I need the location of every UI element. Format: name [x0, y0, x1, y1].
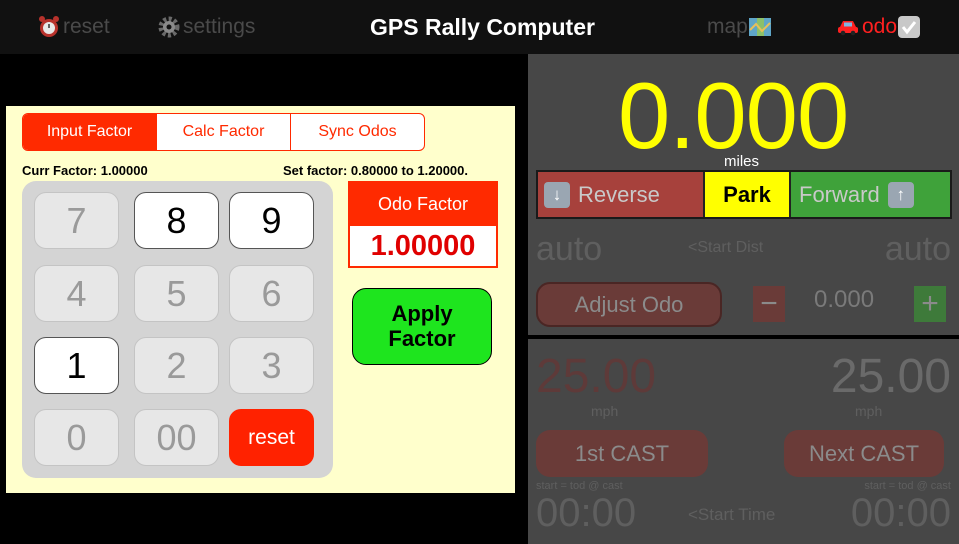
decrement-button[interactable]: − — [753, 286, 785, 322]
odo-toolbar-toggle[interactable]: odo — [836, 10, 923, 44]
key-5[interactable]: 5 — [134, 265, 219, 322]
top-toolbar: reset settings GPS Rally Computer map od… — [0, 0, 959, 54]
page-title: GPS Rally Computer — [370, 13, 595, 40]
settings-toolbar-label: settings — [183, 15, 256, 38]
apply-factor-label-line1: Apply — [391, 301, 453, 326]
forward-button[interactable]: Forward ↑ — [791, 172, 950, 217]
map-toolbar-label: map — [707, 15, 748, 38]
map-toolbar-button[interactable]: map — [707, 10, 774, 44]
gear-icon — [157, 15, 181, 39]
speed-units-left: mph — [591, 403, 619, 419]
key-7[interactable]: 7 — [34, 192, 119, 249]
key-3[interactable]: 3 — [229, 337, 314, 394]
checkbox-checked-icon — [897, 15, 921, 39]
factor-panel: Input Factor Calc Factor Sync Odos Curr … — [6, 106, 515, 493]
reset-toolbar-button[interactable]: reset — [37, 10, 110, 44]
reverse-label: Reverse — [578, 181, 660, 207]
auto-left-value[interactable]: auto — [536, 230, 602, 269]
settings-toolbar-button[interactable]: settings — [157, 10, 255, 44]
start-time-label: <Start Time — [688, 505, 776, 524]
keypad-reset-button[interactable]: reset — [229, 409, 314, 466]
next-cast-button[interactable]: Next CAST — [784, 430, 944, 477]
current-factor-text: Curr Factor: 1.00000 — [22, 163, 148, 178]
increment-button[interactable]: + — [914, 286, 946, 322]
auto-right-value[interactable]: auto — [885, 230, 951, 269]
numeric-keypad: 7 8 9 4 5 6 1 2 3 0 00 reset — [22, 181, 333, 478]
factor-range-text: Set factor: 0.80000 to 1.20000. — [283, 163, 468, 178]
reset-toolbar-label: reset — [63, 15, 110, 38]
odometer-panel: 0.000 miles ↓ Reverse Park Forward ↑ aut… — [528, 54, 959, 335]
map-icon — [748, 15, 772, 39]
tab-calc-factor[interactable]: Calc Factor — [157, 114, 291, 150]
key-4[interactable]: 4 — [34, 265, 119, 322]
reverse-button[interactable]: ↓ Reverse — [538, 172, 705, 217]
alarm-clock-icon — [37, 15, 61, 39]
start-time-right[interactable]: 00:00 — [851, 491, 951, 536]
car-icon — [836, 15, 860, 39]
park-button[interactable]: Park — [705, 172, 791, 217]
arrow-down-icon: ↓ — [544, 181, 570, 208]
start-dist-label: <Start Dist — [688, 239, 764, 256]
speed-units-right: mph — [855, 403, 883, 419]
current-cast-speed[interactable]: 25.00 — [536, 349, 656, 404]
tab-input-factor[interactable]: Input Factor — [23, 114, 157, 150]
apply-factor-button[interactable]: Apply Factor — [352, 288, 492, 365]
key-2[interactable]: 2 — [134, 337, 219, 394]
key-0[interactable]: 0 — [34, 409, 119, 466]
key-00[interactable]: 00 — [134, 409, 219, 466]
odo-factor-display: Odo Factor 1.00000 — [348, 181, 498, 268]
first-cast-button[interactable]: 1st CAST — [536, 430, 708, 477]
arrow-up-icon: ↑ — [887, 181, 914, 208]
tab-sync-odos[interactable]: Sync Odos — [291, 114, 424, 150]
odometer-units: miles — [724, 153, 760, 170]
key-1[interactable]: 1 — [34, 337, 119, 394]
factor-mode-tabs: Input Factor Calc Factor Sync Odos — [22, 113, 425, 151]
direction-selector: ↓ Reverse Park Forward ↑ — [536, 170, 952, 219]
forward-label: Forward — [799, 181, 880, 207]
start-time-left[interactable]: 00:00 — [536, 491, 636, 536]
cast-panel: 25.00 25.00 mph mph 1st CAST Next CAST s… — [528, 339, 959, 544]
next-cast-speed[interactable]: 25.00 — [831, 349, 951, 404]
key-6[interactable]: 6 — [229, 265, 314, 322]
adjust-odo-button[interactable]: Adjust Odo — [536, 282, 722, 327]
key-9[interactable]: 9 — [229, 192, 314, 249]
key-8[interactable]: 8 — [134, 192, 219, 249]
odo-factor-label: Odo Factor — [350, 183, 496, 226]
odo-toolbar-label: odo — [862, 15, 898, 38]
odo-factor-value: 1.00000 — [370, 229, 476, 262]
adjust-value: 0.000 — [814, 286, 875, 313]
apply-factor-label-line2: Factor — [388, 326, 456, 351]
